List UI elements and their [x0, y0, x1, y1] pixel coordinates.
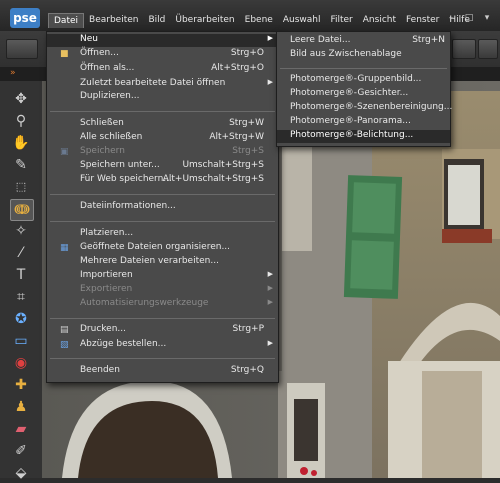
magic-wand-tool-icon[interactable]: ✧: [10, 221, 32, 241]
submenu-arrow-icon: ▶: [267, 78, 273, 86]
submenu-arrow-icon: ▶: [267, 34, 273, 42]
menu-separator: [50, 318, 275, 319]
menu-item-photomerge-panorama[interactable]: Photomerge®-Panorama...: [277, 116, 450, 129]
window-controls: – □ ▾: [444, 13, 494, 23]
menu-bild[interactable]: Bild: [143, 13, 170, 28]
menu-separator: [50, 358, 275, 359]
app-logo: pse: [10, 8, 40, 28]
grid-organize-icon: ▦: [60, 243, 69, 253]
move-tool-icon[interactable]: ✥: [10, 89, 32, 109]
menu-item-photomerge-belichtung[interactable]: Photomerge®-Belichtung...: [277, 130, 450, 143]
brush-tool-icon[interactable]: ✐: [10, 441, 32, 461]
menu-item-oeffnen[interactable]: ■ Öffnen... Strg+O: [47, 48, 278, 61]
menu-item-photomerge-gruppenbild[interactable]: Photomerge®-Gruppenbild...: [277, 74, 450, 87]
options-button[interactable]: [6, 39, 38, 59]
crop-tool-icon[interactable]: ⌗: [10, 287, 32, 307]
order-prints-icon: ▧: [60, 340, 69, 350]
menu-item-schliessen[interactable]: Schließen Strg+W: [47, 118, 278, 131]
lasso-tool-icon[interactable]: ↈ: [10, 199, 34, 221]
eraser-tool-icon[interactable]: ▰: [10, 419, 32, 439]
menu-item-automatisierungswerkzeuge[interactable]: Automatisierungswerkzeuge ▶: [47, 298, 278, 311]
menu-item-beenden[interactable]: Beenden Strg+Q: [47, 365, 278, 378]
submenu-arrow-icon: ▶: [267, 270, 273, 278]
submenu-arrow-icon: ▶: [267, 298, 273, 306]
datei-menu: Neu ▶ ■ Öffnen... Strg+O Öffnen als... A…: [46, 31, 279, 383]
hand-tool-icon[interactable]: ✋: [10, 133, 32, 153]
menu-ebene[interactable]: Ebene: [240, 13, 278, 28]
menu-item-neu[interactable]: Neu ▶: [47, 34, 278, 47]
options-dropdown-button[interactable]: [478, 39, 498, 59]
menu-item-photomerge-gesichter[interactable]: Photomerge®-Gesichter...: [277, 88, 450, 101]
maximize-button[interactable]: □: [462, 13, 476, 23]
menu-item-mehrere-dateien[interactable]: Mehrere Dateien verarbeiten...: [47, 256, 278, 269]
close-button[interactable]: ▾: [480, 13, 494, 23]
clone-stamp-tool-icon[interactable]: ♟: [10, 397, 32, 417]
straighten-tool-icon[interactable]: ▭: [10, 331, 32, 351]
menu-item-duplizieren[interactable]: Duplizieren...: [47, 91, 278, 104]
submenu-arrow-icon: ▶: [267, 284, 273, 292]
printer-icon: ▤: [60, 325, 69, 335]
collapse-panel-icon[interactable]: »: [10, 68, 16, 78]
menu-datei[interactable]: Datei: [48, 13, 85, 28]
cookie-cutter-tool-icon[interactable]: ✪: [10, 309, 32, 329]
menu-item-alle-schliessen[interactable]: Alle schließen Alt+Strg+W: [47, 132, 278, 145]
menu-item-photomerge-szenenbereinigung[interactable]: Photomerge®-Szenenbereinigung...: [277, 102, 452, 115]
menu-separator: [280, 68, 447, 69]
menu-item-exportieren[interactable]: Exportieren ▶: [47, 284, 278, 297]
menubar: pse Datei Bearbeiten Bild Überarbeiten E…: [0, 0, 500, 32]
quick-selection-tool-icon[interactable]: ⁄: [10, 243, 32, 263]
menu-item-fuer-web-speichern[interactable]: Für Web speichern... Alt+Umschalt+Strg+S: [47, 174, 278, 187]
menu-item-importieren[interactable]: Importieren ▶: [47, 270, 278, 283]
eyedropper-tool-icon[interactable]: ✎: [10, 155, 32, 175]
menu-item-speichern-unter[interactable]: Speichern unter... Umschalt+Strg+S: [47, 160, 278, 173]
marquee-tool-icon[interactable]: ⬚: [10, 177, 32, 197]
menu-item-drucken[interactable]: ▤ Drucken... Strg+P: [47, 324, 278, 337]
menu-item-dateien-organisieren[interactable]: ▦ Geöffnete Dateien organisieren...: [47, 242, 278, 255]
menu-item-leere-datei[interactable]: Leere Datei... Strg+N: [277, 35, 450, 48]
healing-brush-tool-icon[interactable]: ✚: [10, 375, 32, 395]
menu-ueberarbeiten[interactable]: Überarbeiten: [170, 13, 239, 28]
menu-separator: [50, 194, 275, 195]
menu-item-platzieren[interactable]: Platzieren...: [47, 228, 278, 241]
red-eye-tool-icon[interactable]: ◉: [10, 353, 32, 373]
submenu-arrow-icon: ▶: [267, 339, 273, 347]
menu-item-zuletzt-bearbeitet[interactable]: Zuletzt bearbeitete Datei öffnen ▶: [47, 78, 278, 91]
menu-item-dateiinformationen[interactable]: Dateiinformationen...: [47, 201, 278, 214]
menu-filter[interactable]: Filter: [325, 13, 357, 28]
type-tool-icon[interactable]: T: [10, 265, 32, 285]
minimize-button[interactable]: –: [444, 13, 458, 23]
zoom-tool-icon[interactable]: ⚲: [10, 111, 32, 131]
menu-separator: [50, 111, 275, 112]
brush-option-button[interactable]: [452, 39, 476, 59]
neu-submenu: Leere Datei... Strg+N Bild aus Zwischena…: [276, 31, 452, 147]
menu-item-abzuege-bestellen[interactable]: ▧ Abzüge bestellen... ▶: [47, 339, 278, 352]
save-icon: ▣: [60, 147, 69, 157]
menu-item-bild-aus-zwischenablage[interactable]: Bild aus Zwischenablage: [277, 49, 450, 62]
toolbox: ✥ ⚲ ✋ ✎ ⬚ ↈ ✧ ⁄ T ⌗ ✪ ▭ ◉ ✚ ♟ ▰ ✐ ⬙: [0, 81, 43, 481]
menu-ansicht[interactable]: Ansicht: [358, 13, 401, 28]
menu-item-oeffnen-als[interactable]: Öffnen als... Alt+Strg+O: [47, 63, 278, 76]
menu-fenster[interactable]: Fenster: [401, 13, 444, 28]
menu-item-speichern[interactable]: ▣ Speichern Strg+S: [47, 146, 278, 159]
menu-bearbeiten[interactable]: Bearbeiten: [84, 13, 143, 28]
paint-bucket-tool-icon[interactable]: ⬙: [10, 463, 32, 483]
menu-separator: [50, 221, 275, 222]
menu-auswahl[interactable]: Auswahl: [278, 13, 326, 28]
folder-icon: ■: [60, 49, 69, 59]
menu-items: Datei Bearbeiten Bild Überarbeiten Ebene…: [48, 13, 475, 28]
